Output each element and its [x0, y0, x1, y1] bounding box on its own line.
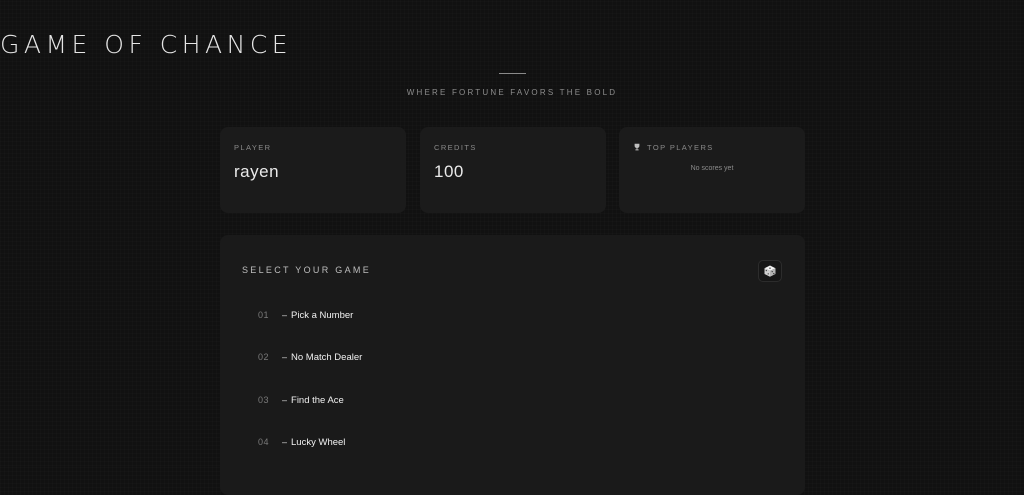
game-item-find-the-ace[interactable]: 03 – Find the Ace — [258, 391, 344, 409]
game-name: Find the Ace — [291, 394, 344, 406]
game-item-pick-a-number[interactable]: 01 – Pick a Number — [258, 306, 353, 324]
top-players-header: TOP PLAYERS — [633, 143, 791, 152]
no-scores-text: No scores yet — [690, 165, 734, 172]
game-dash: – — [282, 395, 288, 405]
game-number: 04 — [258, 437, 270, 447]
player-name: rayen — [234, 162, 280, 181]
trophy-icon — [634, 143, 640, 151]
game-number: 03 — [258, 395, 270, 405]
top-players-label: TOP PLAYERS — [647, 143, 714, 152]
credits-card: CREDITS 100 — [420, 127, 606, 213]
game-dash: – — [282, 310, 288, 320]
page-subtitle: WHERE FORTUNE FAVORS THE BOLD — [406, 88, 618, 97]
game-item-no-match-dealer[interactable]: 02 – No Match Dealer — [258, 348, 362, 366]
game-dash: – — [282, 352, 288, 362]
credits-label: CREDITS — [434, 143, 477, 152]
random-game-button[interactable] — [758, 260, 782, 282]
game-number: 01 — [258, 310, 270, 320]
title-divider — [499, 73, 526, 74]
top-players-card: TOP PLAYERS No scores yet — [619, 127, 805, 213]
player-label: PLAYER — [234, 143, 272, 152]
game-number: 02 — [258, 352, 270, 362]
dice-icon — [764, 265, 776, 277]
credits-value: 100 — [434, 162, 464, 181]
game-item-lucky-wheel[interactable]: 04 – Lucky Wheel — [258, 433, 345, 451]
game-selection-panel: SELECT YOUR GAME 01 – Pick a Number 02 –… — [220, 235, 805, 495]
game-name: Pick a Number — [291, 309, 354, 321]
game-dash: – — [282, 437, 288, 447]
game-name: Lucky Wheel — [291, 436, 346, 448]
page-title: GAME OF CHANCE — [0, 30, 293, 59]
player-card: PLAYER rayen — [220, 127, 406, 213]
game-name: No Match Dealer — [291, 351, 363, 363]
panel-title: SELECT YOUR GAME — [242, 265, 371, 275]
